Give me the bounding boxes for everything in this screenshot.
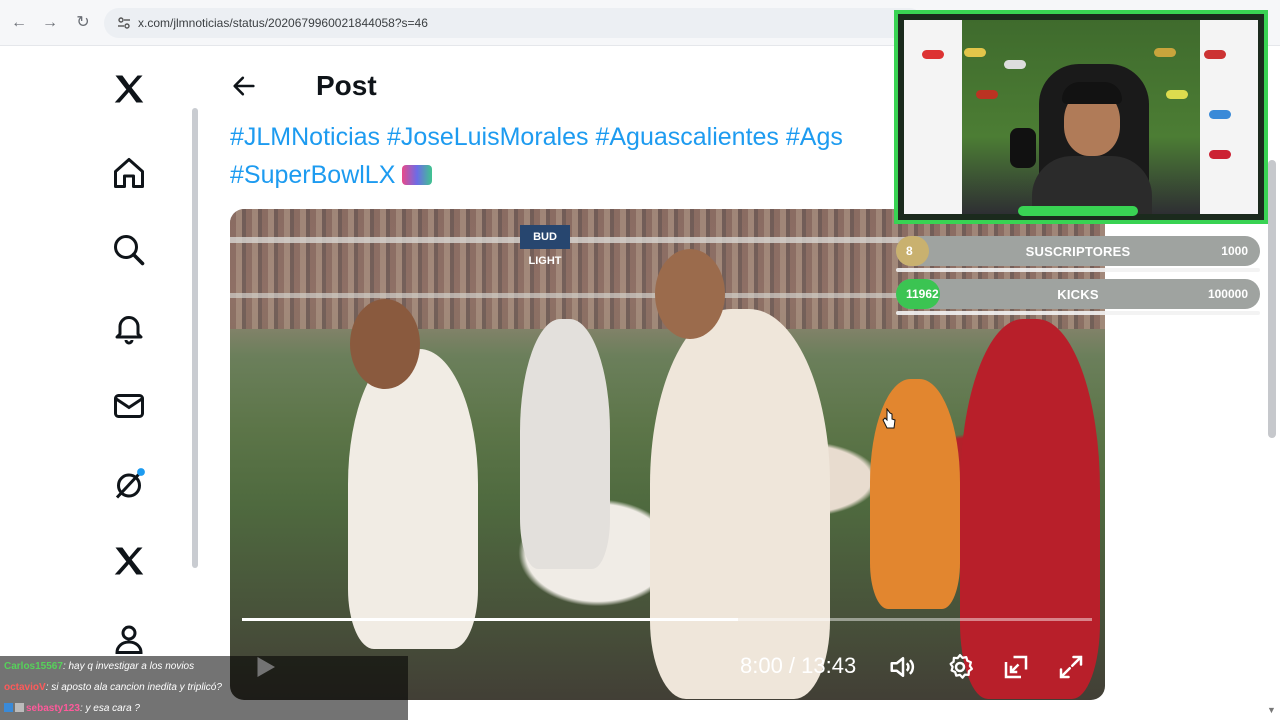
chat-message: sebasty123: y esa cara ? [4, 702, 140, 716]
volume-icon[interactable] [888, 652, 918, 687]
premium-x-icon[interactable] [108, 540, 150, 582]
mouse-cursor-icon [882, 408, 896, 429]
chat-message: Carlos15567: hay q investigar a los novi… [4, 660, 194, 674]
chat-text: : si aposto ala cancion inedita y tripli… [45, 682, 222, 693]
streamer-hair [1062, 82, 1122, 104]
address-bar[interactable]: x.com/jlmnoticias/status/202067996002184… [104, 8, 924, 38]
hashtag-link[interactable]: #Ags [786, 123, 843, 151]
chat-badge-icon [15, 703, 24, 712]
sneaker [1154, 48, 1176, 57]
video-progress-bar[interactable] [242, 618, 1092, 621]
search-icon[interactable] [108, 229, 150, 271]
chat-message: octavioV: si aposto ala cancion inedita … [4, 681, 222, 695]
post-hashtags: #JLMNoticias #JoseLuisMorales #Aguascali… [230, 118, 910, 194]
reload-icon[interactable]: ↻ [74, 14, 92, 32]
dancer-figure [650, 309, 830, 699]
goal-divider [896, 268, 1260, 272]
chat-badge-icon [4, 703, 13, 712]
back-icon[interactable]: ← [10, 14, 28, 32]
screen: ← → ↻ x.com/jlmnoticias/status/202067996… [0, 0, 1280, 720]
forward-icon[interactable]: → [41, 14, 59, 32]
superbowl-emoji-icon [402, 165, 433, 185]
streamer-webcam [894, 10, 1268, 224]
url-text: x.com/jlmnoticias/status/202067996002184… [138, 16, 428, 30]
sneaker [1204, 50, 1226, 59]
dancer-head [350, 299, 420, 389]
sidebar [0, 46, 200, 720]
webcam-frame-accent [1018, 206, 1138, 216]
fullscreen-icon[interactable] [1056, 652, 1086, 687]
chat-username: Carlos15567 [4, 661, 63, 672]
video-progress-fill [242, 618, 738, 621]
stream-chat: Carlos15567: hay q investigar a los novi… [0, 656, 408, 720]
sneaker [964, 48, 986, 57]
sidebar-scrollbar[interactable] [192, 108, 198, 568]
home-icon[interactable] [108, 152, 150, 194]
sneaker [1004, 60, 1026, 69]
goal-target: 100000 [1207, 287, 1248, 301]
microphone [1010, 128, 1036, 168]
sneaker [1209, 150, 1231, 159]
hashtag-link[interactable]: #SuperBowlLX [230, 161, 395, 189]
hashtag-link[interactable]: #Aguascalientes [595, 123, 778, 151]
sneaker [1209, 110, 1231, 119]
page-title: Post [316, 70, 377, 101]
profile-icon[interactable] [108, 618, 150, 660]
hashtag-link[interactable]: #JLMNoticias [230, 123, 380, 151]
page-scrollbar[interactable] [1268, 160, 1276, 438]
hashtag-link[interactable]: #JoseLuisMorales [387, 123, 589, 151]
dancer-figure [960, 319, 1100, 699]
dancer-head [655, 249, 725, 339]
chat-text: : hay q investigar a los novios [62, 661, 195, 672]
stadium-banner: BUD LIGHT [520, 225, 570, 267]
goal-label: SUSCRIPTORES [1025, 244, 1131, 259]
sneaker [976, 90, 998, 99]
chat-text: : y esa cara ? [79, 703, 140, 714]
subscribers-goal-bar: 8 SUSCRIPTORES 1000 [896, 236, 1260, 266]
site-settings-icon[interactable] [116, 15, 132, 31]
notifications-icon[interactable] [108, 307, 150, 349]
scroll-down-arrow-icon[interactable]: ▼ [1267, 705, 1276, 715]
x-logo-icon[interactable] [108, 68, 150, 110]
picture-in-picture-icon[interactable] [1001, 652, 1031, 687]
dancer-figure [348, 349, 478, 649]
goal-target: 1000 [1221, 244, 1248, 258]
chat-username: octavioV [4, 682, 46, 693]
kicks-goal-bar: 11962 KICKS 100000 [896, 279, 1260, 309]
back-arrow-icon[interactable] [230, 72, 258, 100]
messages-icon[interactable] [108, 385, 150, 427]
grok-icon[interactable] [108, 463, 150, 505]
video-time: 8:00 / 13:43 [740, 653, 857, 678]
dancer-figure [520, 319, 610, 569]
webcam-scene [904, 20, 1258, 214]
chat-username: sebasty123 [26, 703, 80, 714]
goal-divider [896, 311, 1260, 315]
settings-gear-icon[interactable] [945, 652, 975, 687]
sneaker [1166, 90, 1188, 99]
sneaker [922, 50, 944, 59]
goal-label: KICKS [1057, 287, 1099, 302]
